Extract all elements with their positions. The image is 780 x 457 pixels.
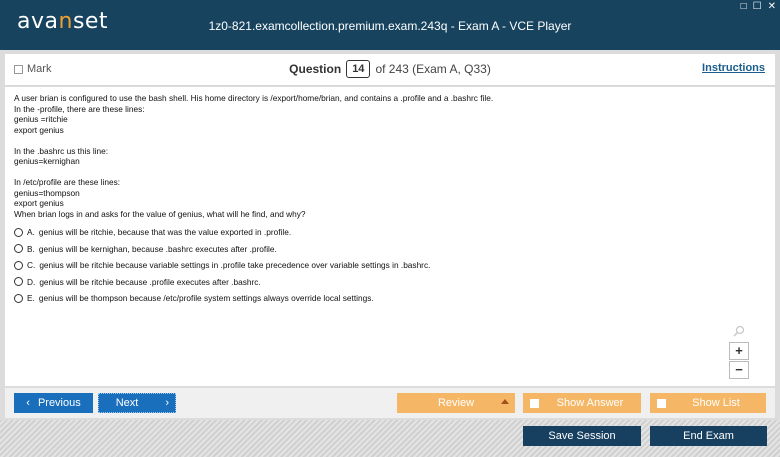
radio-icon[interactable] (14, 227, 23, 237)
option-text: genius will be ritchie, because that was… (38, 227, 292, 237)
review-label: Review (437, 397, 475, 409)
footer-bar: Save Session End Exam (0, 420, 780, 457)
question-counter: Question 14 of 243 (Exam A, Q33) (5, 60, 775, 78)
show-answer-label: Show Answer (556, 397, 624, 409)
option-letter: C. (27, 260, 36, 270)
review-button[interactable]: Review (397, 393, 515, 413)
answer-option-c[interactable]: C. genius will be ritchie because variab… (14, 260, 766, 271)
title-bar: avanset 1z0-821.examcollection.premium.e… (0, 0, 780, 50)
instructions-link[interactable]: Instructions (702, 62, 765, 74)
radio-icon[interactable] (14, 260, 23, 270)
previous-label: Previous (37, 397, 81, 409)
question-number-input[interactable]: 14 (346, 60, 371, 78)
chevron-right-icon: › (165, 397, 169, 409)
question-prompt: When brian logs in and asks for the valu… (14, 208, 306, 219)
option-text: genius will be ritchie because .profile … (39, 276, 261, 287)
next-label: Next (115, 397, 139, 409)
radio-icon[interactable] (14, 244, 23, 254)
option-letter: D. (27, 276, 36, 287)
answer-option-a[interactable]: A. genius will be ritchie, because that … (14, 227, 766, 238)
checkbox-icon[interactable] (530, 398, 539, 408)
minimize-icon[interactable]: □ (741, 2, 747, 12)
question-header: Mark Question 14 of 243 (Exam A, Q33) In… (5, 54, 775, 86)
previous-button[interactable]: ‹ Previous (14, 393, 93, 413)
question-content: A user brian is configured to use the ba… (5, 87, 775, 386)
option-text: genius will be kernighan, because .bashr… (38, 243, 277, 254)
question-total: of 243 (Exam A, Q33) (375, 62, 491, 76)
navigation-bar: ‹ Previous Next › Review Show Answer Sho… (5, 388, 775, 418)
question-label: Question (289, 62, 342, 76)
answer-option-d[interactable]: D. genius will be ritchie because .profi… (14, 277, 766, 288)
option-text: genius will be thompson because /etc/pro… (38, 293, 374, 303)
question-line: genius=kernighan (14, 156, 80, 166)
window-controls: □ ☐ ✕ (741, 2, 776, 12)
question-line: export genius (14, 124, 64, 135)
show-list-label: Show List (692, 397, 740, 409)
option-text: genius will be ritchie because variable … (39, 260, 431, 270)
window-title: 1z0-821.examcollection.premium.exam.243q… (208, 19, 572, 33)
maximize-icon[interactable]: ☐ (753, 2, 762, 12)
radio-icon[interactable] (14, 277, 23, 287)
question-line: genius =ritchie (14, 114, 68, 124)
checkbox-icon[interactable] (657, 398, 666, 408)
show-list-toggle[interactable]: Show List (650, 393, 766, 413)
zoom-in-button[interactable]: + (729, 342, 749, 360)
question-line: In the .bashrc us this line: (14, 145, 109, 156)
question-line: A user brian is configured to use the ba… (14, 93, 494, 103)
chevron-left-icon: ‹ (26, 397, 30, 409)
radio-icon[interactable] (14, 293, 23, 303)
end-exam-button[interactable]: End Exam (650, 426, 767, 446)
close-icon[interactable]: ✕ (768, 2, 776, 12)
zoom-out-button[interactable]: − (729, 361, 749, 379)
show-answer-toggle[interactable]: Show Answer (523, 393, 641, 413)
question-line: genius=thompson (14, 187, 80, 198)
answer-option-e[interactable]: E. genius will be thompson because /etc/… (14, 293, 766, 304)
next-button[interactable]: Next › (98, 393, 176, 413)
answer-option-b[interactable]: B. genius will be kernighan, because .ba… (14, 244, 766, 255)
option-letter: E. (27, 293, 35, 303)
triangle-up-icon (501, 399, 509, 404)
magnifier-icon (733, 325, 745, 337)
option-letter: B. (27, 243, 35, 254)
save-session-button[interactable]: Save Session (523, 426, 641, 446)
question-line: In the -profile, there are these lines: (14, 103, 145, 114)
option-letter: A. (27, 227, 35, 237)
question-line: In /etc/profile are these lines: (14, 177, 121, 187)
question-line: export genius (14, 198, 64, 208)
